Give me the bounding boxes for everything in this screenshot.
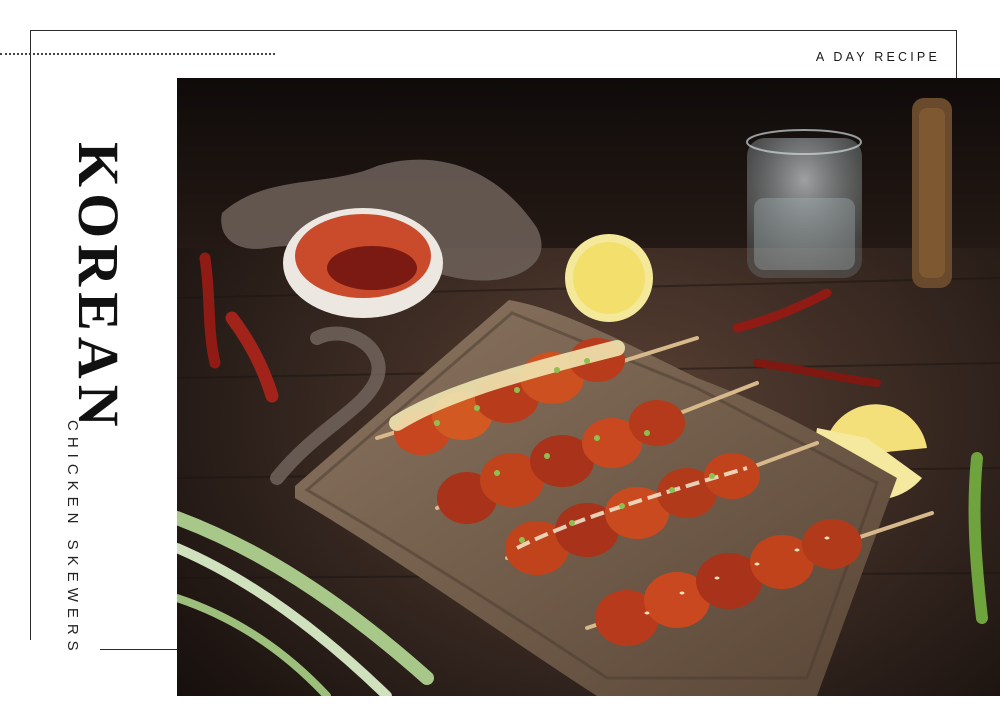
kicker-label: A DAY RECIPE (815, 50, 940, 64)
frame-gap (25, 640, 100, 660)
title-sub: CHICKEN SKEWERS (64, 420, 81, 657)
title-main: KOREAN (66, 142, 131, 433)
skewers-illustration (177, 78, 1000, 696)
hero-photo (177, 78, 1000, 696)
